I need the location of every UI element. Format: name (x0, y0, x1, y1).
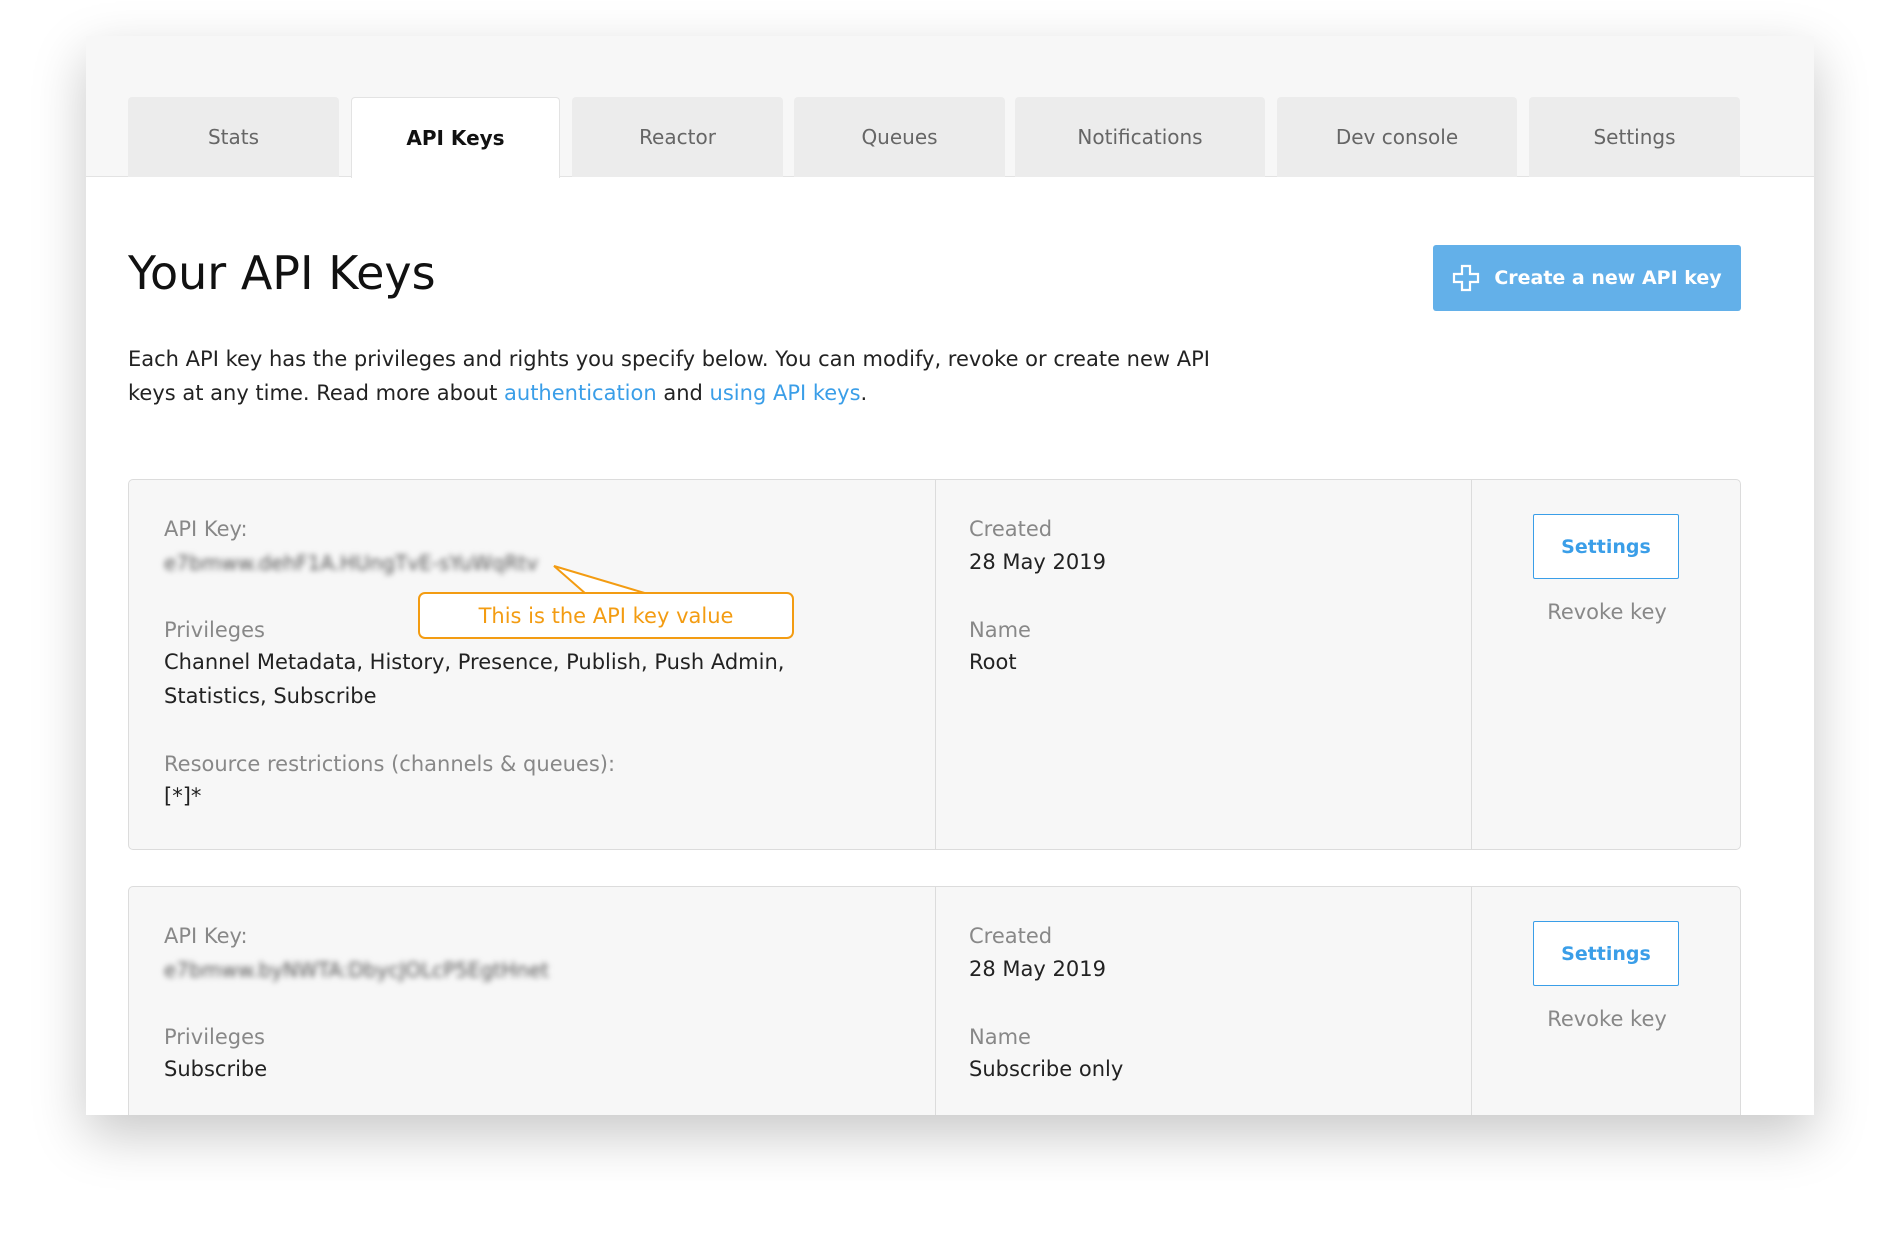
privileges-value: Channel Metadata, History, Presence, Pub… (164, 650, 785, 708)
created-value: 28 May 2019 (969, 550, 1106, 574)
tab-bar: Stats API Keys Reactor Queues Notificati… (86, 36, 1814, 178)
resource-value: [*]* (164, 784, 202, 808)
privileges-value: Subscribe (164, 1057, 268, 1081)
tab-stats[interactable]: Stats (128, 97, 339, 177)
actions-column: Settings Revoke key (1471, 480, 1740, 849)
tab-notifications[interactable]: Notifications (1015, 97, 1265, 177)
settings-button[interactable]: Settings (1533, 514, 1679, 579)
intro-text: Each API key has the privileges and righ… (128, 342, 1228, 410)
meta-column: Created 28 May 2019 Name Subscribe only (935, 887, 1471, 1115)
create-api-key-label: Create a new API key (1494, 267, 1722, 289)
settings-button[interactable]: Settings (1533, 921, 1679, 986)
api-key-label: API Key: (164, 517, 248, 541)
tab-queues[interactable]: Queues (794, 97, 1005, 177)
api-key-value[interactable]: e7bmww.dehF1A.HUngTvE-sYuWqRtv (164, 551, 538, 575)
tab-api-keys[interactable]: API Keys (351, 97, 560, 178)
name-value: Subscribe only (969, 1057, 1124, 1081)
revoke-key-link[interactable]: Revoke key (1472, 600, 1742, 624)
api-key-label: API Key: (164, 924, 248, 948)
page-title: Your API Keys (128, 246, 436, 300)
intro-end: . (860, 381, 868, 405)
revoke-key-link[interactable]: Revoke key (1472, 1007, 1742, 1031)
created-value: 28 May 2019 (969, 957, 1106, 981)
name-label: Name (969, 1025, 1031, 1049)
created-label: Created (969, 924, 1053, 948)
plus-icon (1453, 264, 1480, 292)
api-key-card: API Key: e7bmww.byNWTA:DbycJOLcP5EgtHnet… (128, 886, 1741, 1115)
name-value: Root (969, 650, 1017, 674)
tab-dev-console[interactable]: Dev console (1277, 97, 1517, 177)
resource-label: Resource restrictions (channels & queues… (164, 752, 616, 776)
create-api-key-button[interactable]: Create a new API key (1433, 245, 1741, 311)
name-label: Name (969, 618, 1031, 642)
privileges-label: Privileges (164, 1025, 265, 1049)
authentication-link[interactable]: authentication (504, 381, 657, 405)
api-key-value[interactable]: e7bmww.byNWTA:DbycJOLcP5EgtHnet (164, 958, 549, 982)
actions-column: Settings Revoke key (1471, 887, 1740, 1115)
privileges-label: Privileges (164, 618, 265, 642)
created-label: Created (969, 517, 1053, 541)
tab-settings[interactable]: Settings (1529, 97, 1740, 177)
api-key-card: API Key: e7bmww.dehF1A.HUngTvE-sYuWqRtv … (128, 479, 1741, 850)
intro-and: and (656, 381, 710, 405)
using-api-keys-link[interactable]: using API keys (710, 381, 861, 405)
meta-column: Created 28 May 2019 Name Root (935, 480, 1471, 849)
api-key-callout: This is the API key value (418, 592, 794, 639)
main-panel: Stats API Keys Reactor Queues Notificati… (86, 36, 1814, 1115)
tab-reactor[interactable]: Reactor (572, 97, 783, 177)
